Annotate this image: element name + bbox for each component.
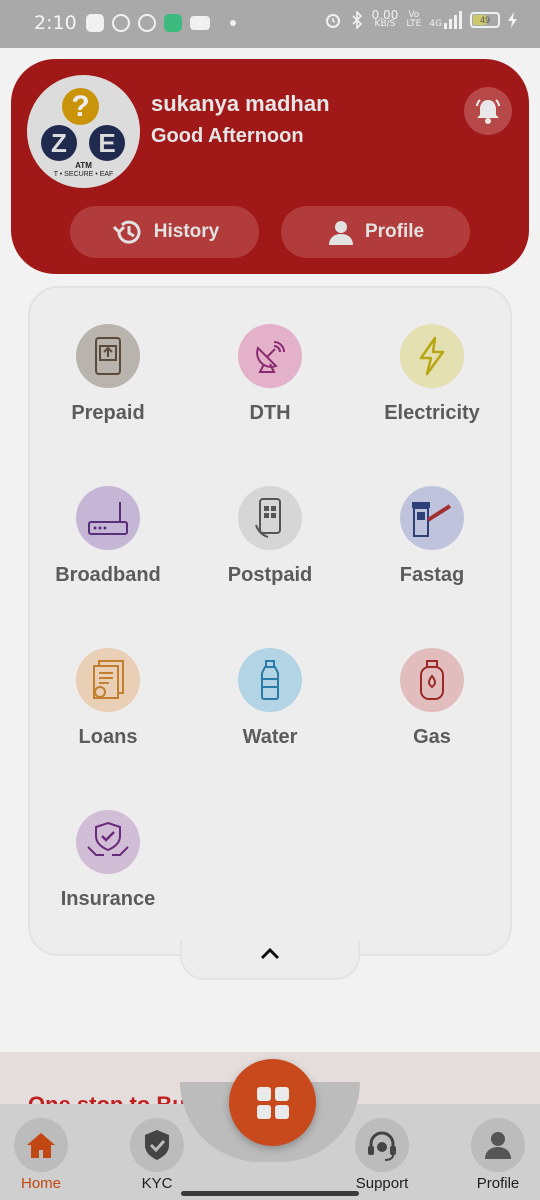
alarm-icon — [325, 14, 340, 28]
logo-atm-text: ATM — [75, 161, 92, 170]
service-icon-bg — [76, 324, 140, 388]
service-label: Loans — [78, 726, 138, 748]
document-icon — [93, 660, 124, 699]
notifications-button[interactable] — [464, 87, 512, 135]
youtube-notification-icon — [190, 16, 210, 30]
headset-icon — [368, 1131, 396, 1161]
shield-check-icon — [145, 1130, 169, 1160]
service-label: Prepaid — [71, 402, 145, 424]
nav-icon-bg — [355, 1118, 409, 1172]
nav-profile-label: Profile — [476, 1175, 520, 1192]
status-bar: 2:10 0.00 KB/S Vo LTE 4G 49 — [0, 0, 540, 48]
profile-label: Profile — [364, 221, 425, 242]
logo-letter-left: Z — [41, 125, 77, 161]
service-icon-bg — [400, 486, 464, 550]
nav-support-label: Support — [355, 1175, 409, 1192]
search-notification-icon-2 — [138, 14, 156, 32]
logo-letter-right: E — [89, 125, 125, 161]
volte-indicator: Vo LTE — [406, 10, 422, 29]
service-label: DTH — [249, 402, 291, 424]
signal-strength-icon: 4G — [429, 11, 462, 29]
collapse-chevron-icon[interactable] — [258, 944, 282, 962]
router-icon — [88, 502, 128, 535]
nav-support[interactable]: Support — [342, 1118, 422, 1192]
service-label: Gas — [413, 726, 451, 748]
nav-kyc[interactable]: KYC — [117, 1118, 197, 1192]
services-fab-button[interactable] — [229, 1059, 316, 1146]
service-label: Water — [242, 726, 298, 748]
grid-icon — [256, 1086, 289, 1119]
service-icon-bg — [400, 648, 464, 712]
service-icon-bg — [400, 324, 464, 388]
brand-logo: ? Z E ATM T • SECURE • EAF — [27, 75, 140, 188]
nav-icon-bg — [130, 1118, 184, 1172]
service-icon-bg — [238, 486, 302, 550]
service-fastag[interactable]: Fastag — [351, 486, 513, 587]
home-indicator[interactable] — [181, 1191, 359, 1196]
nav-profile[interactable]: Profile — [458, 1118, 538, 1192]
service-icon-bg — [238, 324, 302, 388]
profile-button[interactable]: Profile — [281, 206, 470, 258]
service-label: Broadband — [55, 564, 161, 586]
service-electricity[interactable]: Electricity — [351, 324, 513, 425]
notification-icons — [86, 14, 236, 32]
service-icon-bg — [76, 486, 140, 550]
water-bottle-icon — [261, 660, 279, 700]
satellite-dish-icon — [256, 341, 285, 373]
logo-tagline: T • SECURE • EAF — [53, 171, 114, 178]
mobile-recharge-icon — [95, 337, 121, 375]
shield-hands-icon — [87, 821, 129, 856]
user-icon — [328, 221, 353, 245]
more-notifications-icon — [230, 20, 236, 26]
bell-icon — [476, 99, 500, 124]
service-prepaid[interactable]: Prepaid — [27, 324, 189, 425]
home-icon — [27, 1133, 55, 1158]
nav-icon-bg — [14, 1118, 68, 1172]
charging-icon — [508, 12, 517, 28]
network-speed: 0.00 KB/S — [371, 8, 399, 29]
toll-gate-icon — [412, 502, 452, 537]
app-notification-icon — [86, 14, 104, 32]
smartphone-icon — [255, 498, 281, 538]
greeting-text: Good Afternoon — [151, 125, 304, 147]
service-icon-bg — [76, 648, 140, 712]
service-icon-bg — [76, 810, 140, 874]
service-label: Fastag — [399, 564, 465, 586]
service-dth[interactable]: DTH — [189, 324, 351, 425]
status-time: 2:10 — [34, 12, 77, 34]
user-name: sukanya madhan — [151, 91, 330, 116]
service-icon-bg — [238, 648, 302, 712]
lightning-icon — [419, 336, 445, 376]
nav-kyc-label: KYC — [141, 1175, 173, 1192]
chat-notification-icon — [164, 14, 182, 32]
bluetooth-icon — [352, 11, 362, 29]
header-card: ? Z E ATM T • SECURE • EAF sukanya madha… — [11, 59, 529, 274]
battery-icon: 49 — [470, 12, 500, 28]
history-label: History — [153, 221, 220, 242]
service-loans[interactable]: Loans — [27, 648, 189, 749]
user-icon — [485, 1132, 511, 1159]
service-label: Postpaid — [227, 564, 313, 586]
service-postpaid[interactable]: Postpaid — [189, 486, 351, 587]
service-label: Electricity — [384, 402, 480, 424]
search-notification-icon — [112, 14, 130, 32]
history-button[interactable]: History — [70, 206, 259, 258]
gas-cylinder-icon — [420, 660, 444, 700]
service-label: Insurance — [60, 888, 156, 910]
service-gas[interactable]: Gas — [351, 648, 513, 749]
service-water[interactable]: Water — [189, 648, 351, 749]
nav-icon-bg — [471, 1118, 525, 1172]
service-broadband[interactable]: Broadband — [27, 486, 189, 587]
nav-home-label: Home — [20, 1175, 61, 1192]
logo-letter-top: ? — [62, 88, 99, 125]
service-insurance[interactable]: Insurance — [27, 810, 189, 911]
nav-home[interactable]: Home — [1, 1118, 81, 1192]
system-icons: 0.00 KB/S Vo LTE 4G 49 — [324, 8, 518, 29]
history-icon — [112, 220, 141, 244]
